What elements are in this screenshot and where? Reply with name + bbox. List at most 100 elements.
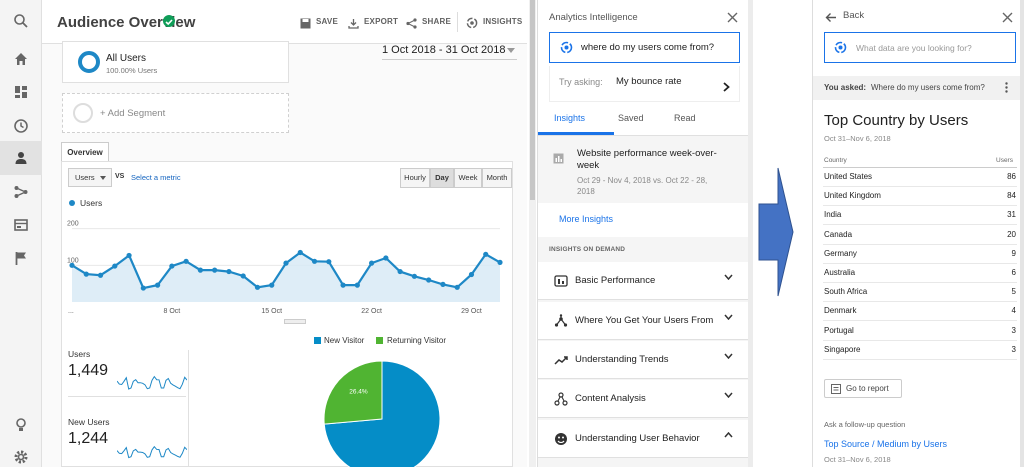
close-icon[interactable] — [727, 10, 738, 28]
data-point[interactable] — [497, 259, 503, 265]
tab-overview[interactable]: Overview — [61, 142, 109, 162]
data-point[interactable] — [411, 273, 417, 279]
intel-query-input[interactable]: where do my users come from? — [549, 32, 740, 63]
table-row: United Kingdom 84 — [823, 187, 1017, 207]
clock-icon[interactable] — [11, 116, 31, 136]
data-point[interactable] — [454, 284, 460, 290]
granularity-week-button[interactable]: Week — [454, 168, 482, 188]
data-point[interactable] — [169, 263, 175, 269]
home-icon[interactable] — [11, 49, 31, 69]
data-point[interactable] — [440, 281, 446, 287]
data-point[interactable] — [297, 249, 303, 256]
add-segment-ring-icon — [73, 103, 93, 123]
data-point[interactable] — [426, 277, 432, 283]
you-asked-query: Where do my users come from? — [871, 83, 985, 92]
users-legend-dot — [69, 200, 75, 206]
data-point[interactable] — [83, 271, 89, 277]
country-cell: United Kingdom — [824, 191, 881, 201]
follow-up-label: Ask a follow-up question — [824, 420, 906, 429]
result-search-input[interactable]: What data are you looking for? — [824, 32, 1016, 63]
follow-up-link[interactable]: Top Source / Medium by Users — [824, 439, 947, 449]
data-point[interactable] — [397, 268, 403, 275]
data-point[interactable] — [126, 252, 132, 259]
content-analysis-icon — [553, 391, 569, 407]
date-range-caret-icon[interactable] — [507, 48, 515, 53]
tab-saved[interactable]: Saved — [618, 113, 644, 123]
granularity-day-button[interactable]: Day — [430, 168, 454, 188]
chart-resize-handle[interactable] — [284, 319, 306, 324]
share-button[interactable]: SHARE — [422, 17, 451, 26]
data-point[interactable] — [226, 268, 232, 275]
metric-select[interactable]: Users — [68, 168, 112, 187]
data-point[interactable] — [240, 273, 246, 279]
try-asking-suggestion[interactable]: Try asking: My bounce rate — [549, 66, 740, 102]
data-point[interactable] — [311, 258, 318, 264]
gear-icon[interactable] — [11, 447, 31, 467]
save-button[interactable]: SAVE — [316, 17, 338, 26]
share-icon[interactable] — [406, 16, 417, 34]
data-point[interactable] — [354, 282, 360, 288]
report-scrollbar[interactable] — [529, 0, 536, 467]
go-to-report-button[interactable]: Go to report — [824, 379, 902, 398]
add-segment-card[interactable]: + Add Segment — [62, 93, 289, 133]
tab-insights[interactable]: Insights — [554, 113, 585, 123]
data-point[interactable] — [340, 282, 346, 288]
insights-button[interactable]: INSIGHTS — [483, 17, 522, 26]
data-point[interactable] — [383, 255, 389, 261]
users-cell: 6 — [1011, 268, 1016, 277]
data-point[interactable] — [197, 267, 203, 273]
back-arrow-icon[interactable] — [825, 10, 837, 28]
toolbar-divider — [457, 12, 458, 32]
more-options-icon[interactable] — [1005, 82, 1008, 93]
granularity-month-button[interactable]: Month — [482, 168, 512, 188]
more-insights-link[interactable]: More Insights — [559, 214, 613, 224]
data-point[interactable] — [369, 260, 375, 266]
data-point[interactable] — [183, 258, 189, 264]
conversions-flag-icon[interactable] — [11, 248, 31, 268]
report-scrollbar-thumb[interactable] — [530, 0, 535, 200]
section-where-users-from[interactable]: Where You Get Your Users From — [538, 302, 749, 340]
data-point[interactable] — [97, 272, 104, 278]
acquisition-icon[interactable] — [11, 182, 31, 202]
section-basic-performance[interactable]: Basic Performance — [538, 262, 749, 300]
data-point[interactable] — [112, 263, 118, 269]
data-point[interactable] — [468, 271, 475, 278]
date-range-picker[interactable]: 1 Oct 2018 - 31 Oct 2018 — [382, 44, 506, 56]
data-point[interactable] — [212, 267, 218, 273]
section-user-behavior[interactable]: Understanding User Behavior — [538, 420, 749, 458]
dashboard-icon[interactable] — [11, 82, 31, 102]
go-to-report-label: Go to report — [846, 384, 889, 393]
lightbulb-icon[interactable] — [11, 415, 31, 435]
data-point[interactable] — [254, 284, 261, 290]
save-icon[interactable] — [300, 16, 311, 34]
tab-read[interactable]: Read — [674, 113, 696, 123]
data-point[interactable] — [155, 282, 161, 288]
intel-scrollbar[interactable] — [748, 0, 753, 467]
stat-divider — [68, 396, 186, 397]
audience-person-icon[interactable] — [11, 148, 31, 168]
date-range-underline — [382, 59, 517, 60]
result-scrollbar[interactable] — [1020, 0, 1024, 467]
data-point[interactable] — [140, 285, 146, 291]
data-point[interactable] — [483, 251, 489, 257]
section-content-analysis[interactable]: Content Analysis — [538, 380, 749, 418]
behavior-icon[interactable] — [11, 215, 31, 235]
export-icon[interactable] — [348, 16, 359, 34]
result-close-icon[interactable] — [1002, 10, 1013, 28]
segment-card-all-users[interactable]: All Users 100.00% Users — [62, 41, 289, 83]
insight-dates: Oct 29 - Nov 4, 2018 vs. Oct 22 - 28, 20… — [577, 176, 708, 196]
section-label: Understanding Trends — [575, 354, 669, 365]
export-button[interactable]: EXPORT — [364, 17, 398, 26]
insights-icon[interactable] — [466, 16, 478, 34]
intel-query-icon — [560, 41, 573, 59]
back-button[interactable]: Back — [843, 10, 864, 21]
granularity-hourly-button[interactable]: Hourly — [400, 168, 430, 188]
section-understanding-trends[interactable]: Understanding Trends — [538, 341, 749, 379]
insight-card[interactable]: Website performance week-over-week Oct 2… — [538, 136, 749, 203]
select-metric-link[interactable]: Select a metric — [131, 173, 181, 182]
data-point[interactable] — [326, 259, 332, 265]
metric-select-value: Users — [75, 173, 95, 182]
data-point[interactable] — [269, 282, 275, 288]
search-icon[interactable] — [11, 11, 31, 31]
data-point[interactable] — [283, 260, 289, 266]
